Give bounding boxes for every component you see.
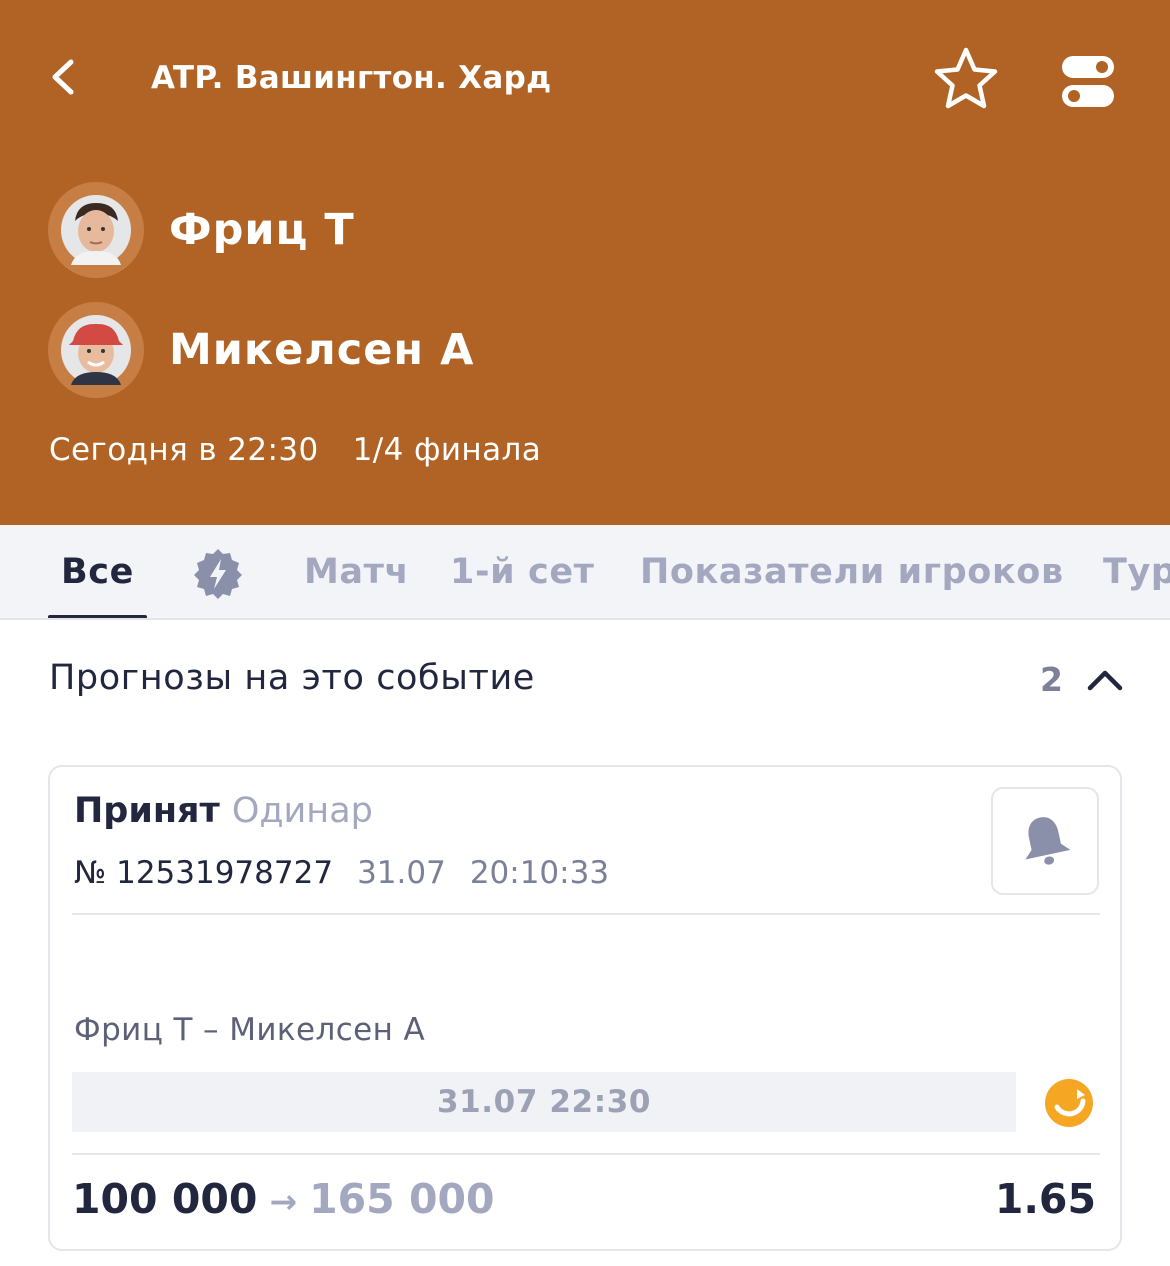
divider — [72, 1153, 1100, 1155]
arrow-right-icon: → — [269, 1182, 298, 1221]
bell-icon — [1025, 817, 1071, 865]
bet-status: Принят Одинар — [74, 791, 373, 831]
player-2[interactable]: Микелсен А — [48, 302, 474, 398]
favorite-star-icon[interactable] — [930, 44, 1002, 116]
predictions-count: 2 — [1040, 660, 1063, 699]
boost-bolt-icon[interactable] — [192, 549, 244, 599]
tennis-ball-icon — [1045, 1079, 1093, 1127]
player-1-avatar — [48, 182, 144, 278]
bet-amounts: 100 000 → 165 000 — [72, 1175, 495, 1223]
player-photo-icon — [61, 195, 131, 265]
divider — [72, 913, 1100, 915]
bet-number: № 12531978727 — [74, 855, 334, 891]
stake-amount: 100 000 — [72, 1175, 258, 1223]
match-round: 1/4 финала — [352, 432, 542, 468]
player-1-name: Фриц Т — [169, 205, 355, 255]
bet-type: Одинар — [231, 791, 373, 831]
bet-time: 20:10:33 — [469, 855, 610, 891]
match-header: ATP. Вашингтон. Хард Фриц Т Микелсен А С… — [0, 0, 1170, 525]
bet-coefficient: 1.65 — [994, 1175, 1096, 1223]
chevron-up-icon[interactable] — [1085, 664, 1125, 696]
match-time: Сегодня в 22:30 — [49, 432, 319, 468]
bet-status-label: Принят — [74, 791, 220, 831]
match-meta: Сегодня в 22:30 1/4 финала — [49, 432, 541, 468]
player-photo-icon — [61, 315, 131, 385]
player-2-name: Микелсен А — [169, 325, 475, 375]
tab-player-stats[interactable]: Показатели игроков — [640, 525, 1064, 618]
market-tabs: Все Матч 1-й сет Показатели игроков Тур — [0, 525, 1170, 620]
settings-toggle-icon[interactable] — [1058, 50, 1118, 112]
back-arrow-icon[interactable] — [44, 54, 84, 100]
tab-match[interactable]: Матч — [304, 525, 409, 618]
bet-card[interactable]: Принят Одинар № 12531978727 31.07 20:10:33 … — [48, 765, 1122, 1251]
bet-date: 31.07 — [357, 855, 446, 891]
bet-event-name: Фриц Т – Микелсен А — [74, 1012, 426, 1048]
tab-all[interactable]: Все — [61, 525, 134, 618]
player-1[interactable]: Фриц Т — [48, 182, 355, 278]
tab-first-set[interactable]: 1-й сет — [450, 525, 595, 618]
predictions-title: Прогнозы на это событие — [49, 658, 535, 698]
tab-tournament[interactable]: Тур — [1103, 525, 1170, 618]
player-2-avatar — [48, 302, 144, 398]
tournament-title: ATP. Вашингтон. Хард — [151, 60, 552, 96]
bet-info: № 12531978727 31.07 20:10:33 — [74, 855, 609, 891]
active-tab-indicator — [48, 615, 147, 618]
notify-button[interactable] — [991, 787, 1099, 895]
bet-event-datetime: 31.07 22:30 — [72, 1072, 1016, 1132]
payout-amount: 165 000 — [309, 1175, 495, 1223]
